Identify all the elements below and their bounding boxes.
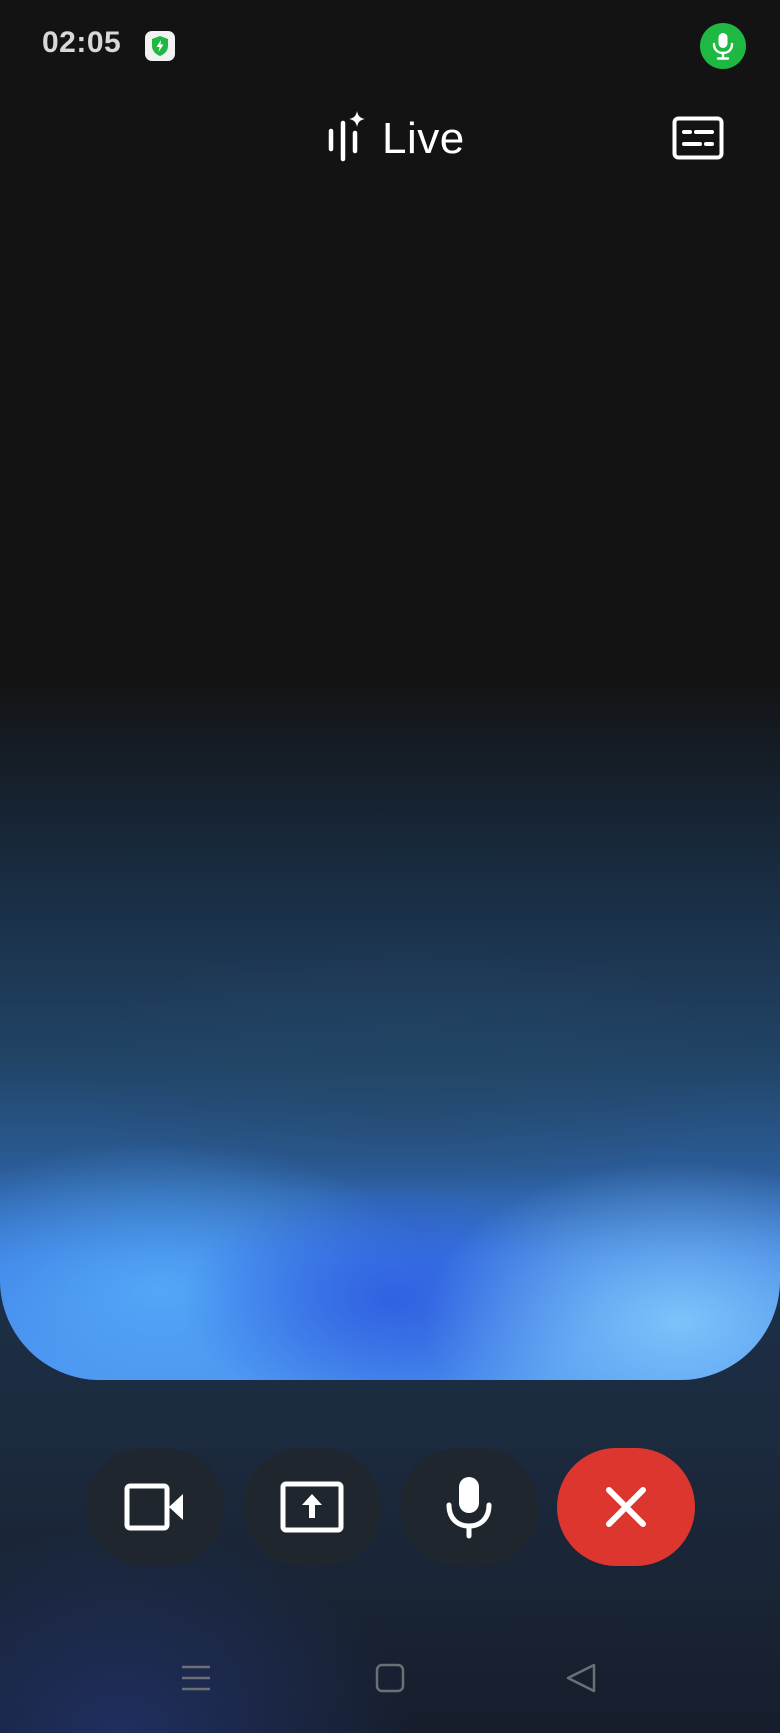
call-controls [86,1448,696,1566]
captions-button[interactable] [672,116,724,160]
close-icon [606,1487,646,1527]
end-session-button[interactable] [557,1448,695,1566]
mic-icon [446,1477,492,1539]
nav-back-button[interactable] [562,1658,602,1698]
live-glow-panel [0,0,780,1380]
home-square-icon [375,1663,405,1693]
menu-lines-icon [182,1665,210,1691]
camera-button[interactable] [86,1448,224,1566]
live-sparkle-icon [328,111,365,162]
mic-button[interactable] [400,1448,538,1566]
nav-recents-button[interactable] [176,1658,216,1698]
screen-share-button[interactable] [243,1448,381,1566]
video-camera-icon [124,1483,183,1531]
glow-mid-band [180,1180,600,1380]
live-screen: 02:05 Live [0,0,780,1733]
mic-active-indicator [700,23,746,69]
nav-home-button[interactable] [370,1658,410,1698]
captions-icon [672,116,724,160]
status-time: 02:05 [42,26,122,59]
live-header: Live [326,104,465,174]
glow-dark-band [60,940,760,1200]
page-title: Live [382,114,465,163]
screen-share-icon [280,1481,344,1533]
mic-icon [712,33,734,60]
shield-charging-icon [145,31,175,61]
back-triangle-icon [566,1663,596,1693]
